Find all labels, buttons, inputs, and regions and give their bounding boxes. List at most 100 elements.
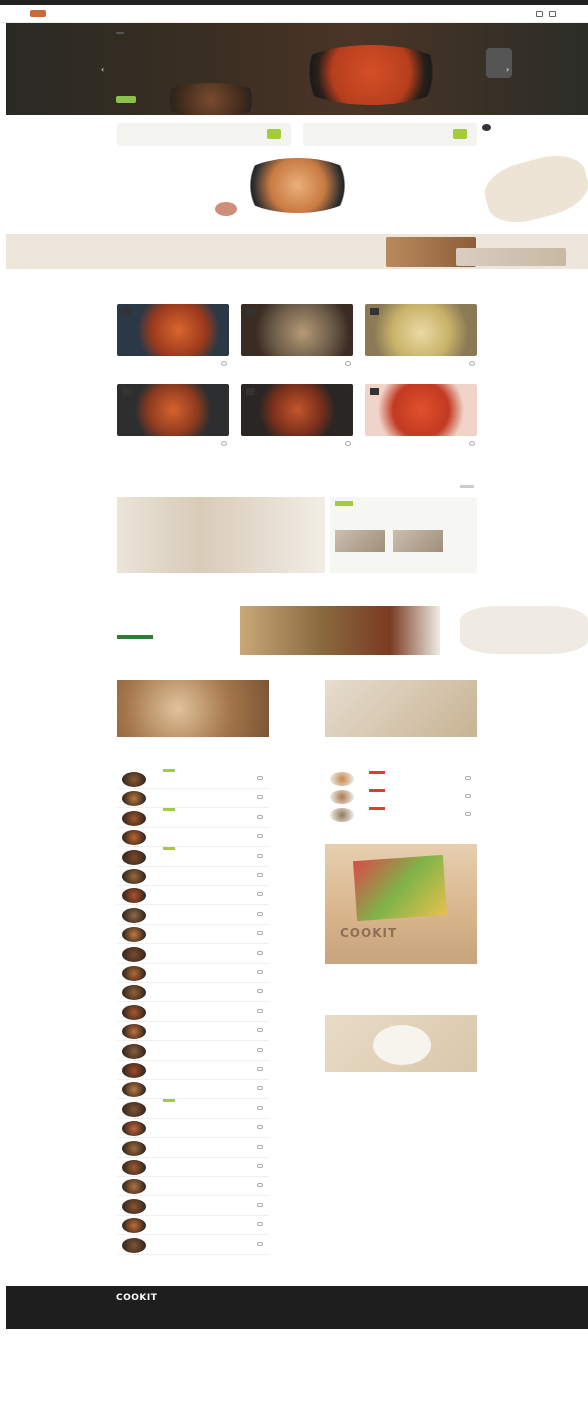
recipe-card-image[interactable]: [241, 384, 353, 436]
product-list-item[interactable]: [117, 1042, 269, 1061]
hero-banner[interactable]: ‹ ›: [6, 23, 588, 115]
left-column-image[interactable]: [117, 680, 269, 737]
cart-icon[interactable]: [257, 931, 263, 936]
product-list-item[interactable]: [117, 906, 269, 925]
right-column-image[interactable]: [325, 680, 477, 737]
cart-icon[interactable]: [345, 361, 351, 366]
recipe-card-image[interactable]: [365, 384, 477, 436]
chat-icon[interactable]: [482, 124, 491, 131]
product-list-item[interactable]: [117, 769, 269, 789]
recipe-card-image[interactable]: [365, 304, 477, 356]
product-list-item[interactable]: [117, 1003, 269, 1022]
product-list-item[interactable]: [117, 945, 269, 964]
cart-icon[interactable]: [257, 873, 263, 877]
promo-card[interactable]: [117, 123, 291, 146]
sale-badge: [369, 807, 385, 810]
cart-icon[interactable]: [257, 1028, 263, 1033]
cart-icon[interactable]: [221, 361, 227, 366]
cart-icon[interactable]: [257, 970, 263, 974]
product-list-item[interactable]: [117, 846, 269, 867]
product-thumb: [122, 869, 146, 884]
more-link[interactable]: [460, 485, 474, 488]
product-list-item[interactable]: [117, 828, 269, 848]
cart-icon[interactable]: [257, 834, 263, 839]
product-list-item[interactable]: [117, 867, 269, 886]
cart-icon[interactable]: [257, 911, 263, 916]
product-list-item[interactable]: [325, 788, 477, 806]
cart-icon[interactable]: [465, 776, 471, 780]
footer-brand[interactable]: COOKIT: [116, 1293, 157, 1303]
promo-card[interactable]: [303, 123, 477, 146]
rank-badge: [370, 388, 379, 395]
plate-image[interactable]: [325, 1015, 477, 1072]
product-list-item[interactable]: [117, 1197, 269, 1216]
rank-badge: [122, 388, 131, 395]
new-badge: [163, 769, 175, 772]
magazine-image[interactable]: [117, 497, 325, 573]
product-list-item[interactable]: [117, 1061, 269, 1080]
cart-icon[interactable]: [257, 814, 263, 819]
cart-icon[interactable]: [257, 776, 263, 780]
cart-icon[interactable]: [345, 441, 351, 446]
cart-icon[interactable]: [465, 812, 471, 816]
sale-badge: [369, 771, 385, 774]
cart-icon[interactable]: [257, 795, 263, 800]
cart-icon[interactable]: [221, 441, 227, 446]
cart-icon[interactable]: [469, 441, 475, 446]
product-list-item[interactable]: [117, 1098, 269, 1119]
featured-dish-image[interactable]: [235, 158, 360, 213]
product-list-item[interactable]: [325, 770, 477, 788]
recipe-card-image[interactable]: [241, 304, 353, 356]
product-list-item[interactable]: [117, 1216, 269, 1236]
cart-icon[interactable]: [257, 1202, 263, 1207]
magazine-thumb[interactable]: [335, 530, 385, 552]
magazine-panel[interactable]: [330, 497, 477, 573]
product-list-item[interactable]: [117, 1177, 269, 1197]
cart-icon[interactable]: [257, 1164, 263, 1168]
cart-icon[interactable]: [257, 1105, 263, 1110]
cart-icon[interactable]: [257, 1067, 263, 1071]
cart-icon[interactable]: [257, 1008, 263, 1013]
cart-icon[interactable]: [257, 989, 263, 994]
cart-icon[interactable]: [549, 11, 556, 17]
magazine-thumb[interactable]: [393, 530, 443, 552]
cart-icon[interactable]: [465, 794, 471, 798]
product-list-item[interactable]: [117, 807, 269, 828]
cart-icon[interactable]: [257, 853, 263, 858]
cart-icon[interactable]: [469, 361, 475, 366]
cart-icon[interactable]: [257, 1241, 263, 1246]
event-band[interactable]: [6, 234, 588, 269]
cookit-poster[interactable]: COOKIT: [325, 844, 477, 964]
product-list-item[interactable]: [325, 806, 477, 824]
product-list-item[interactable]: [117, 983, 269, 1003]
product-list-item[interactable]: [117, 1119, 269, 1139]
product-list-item[interactable]: [117, 1236, 269, 1255]
cart-icon[interactable]: [257, 1125, 263, 1130]
prev-arrow-icon[interactable]: ‹: [101, 65, 104, 74]
product-list-item[interactable]: [117, 1080, 269, 1100]
product-list-item[interactable]: [117, 964, 269, 983]
product-thumb: [122, 772, 146, 787]
cart-icon[interactable]: [257, 950, 263, 955]
recipe-card-image[interactable]: [117, 304, 229, 356]
user-icon[interactable]: [536, 11, 543, 17]
product-list-item[interactable]: [117, 1158, 269, 1177]
cart-icon[interactable]: [257, 1047, 263, 1052]
product-list-item[interactable]: [117, 925, 269, 945]
hero-cta-button[interactable]: [116, 96, 136, 103]
recipe-card-image[interactable]: [117, 384, 229, 436]
cart-icon[interactable]: [257, 1222, 263, 1227]
cart-icon[interactable]: [257, 1183, 263, 1188]
product-list-item[interactable]: [117, 1139, 269, 1158]
brand-logo[interactable]: [30, 10, 46, 17]
site-footer: COOKIT: [6, 1286, 588, 1329]
cart-icon[interactable]: [257, 1144, 263, 1149]
cart-icon[interactable]: [257, 892, 263, 897]
poster-box-image: [353, 854, 447, 922]
product-list-item[interactable]: [117, 789, 269, 809]
weekly-image[interactable]: [240, 606, 440, 655]
product-list-item[interactable]: [117, 886, 269, 906]
cart-icon[interactable]: [257, 1086, 263, 1091]
product-list-item[interactable]: [117, 1022, 269, 1042]
next-arrow-icon[interactable]: ›: [506, 65, 509, 74]
